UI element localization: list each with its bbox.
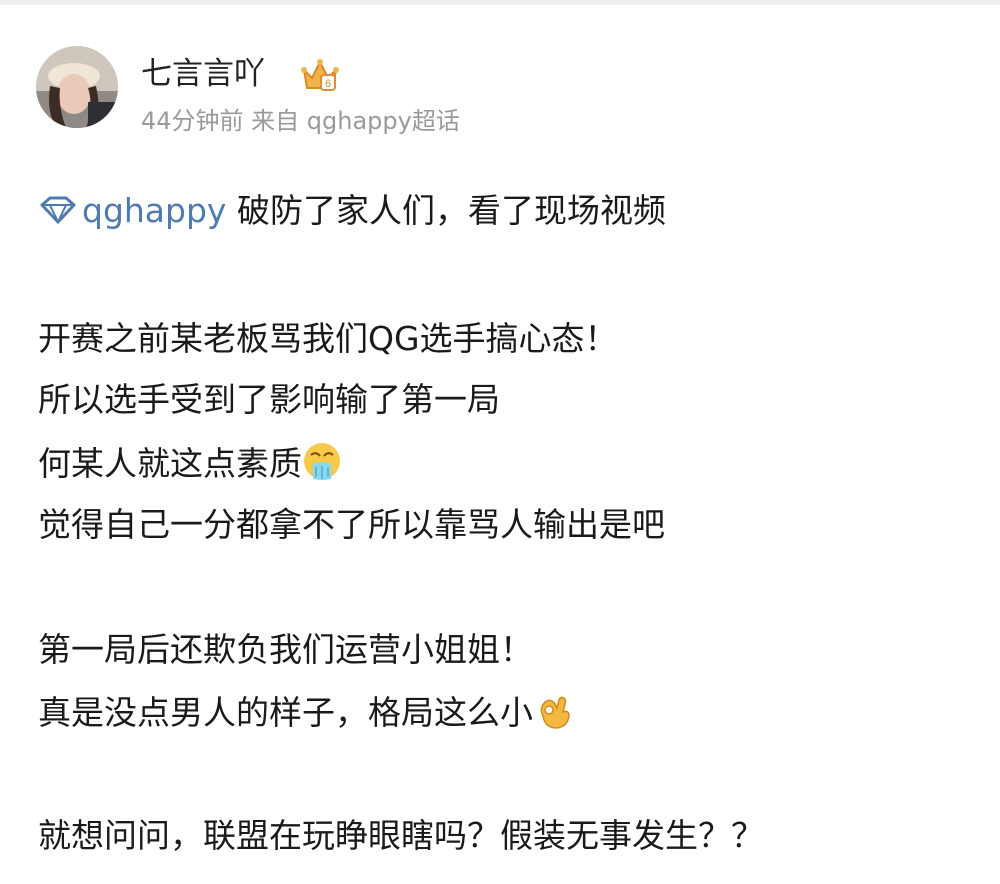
diamond-icon: [40, 196, 76, 225]
body-line-text: 真是没点男人的样子，格局这么小: [38, 693, 533, 732]
topic-link[interactable]: qghappy: [38, 191, 237, 230]
top-divider: [0, 0, 1000, 5]
svg-text:6: 6: [325, 78, 331, 90]
body-line: 第一局后还欺负我们运营小姐姐！: [38, 630, 533, 669]
body-line-text: 何某人就这点素质: [38, 444, 302, 483]
body-line-with-emoji: 真是没点男人的样子，格局这么小: [38, 690, 573, 734]
body-line: 觉得自己一分都拿不了所以靠骂人输出是吧: [38, 505, 665, 544]
ok-hand-emoji-icon: [540, 696, 570, 729]
body-line: 开赛之前某老板骂我们QG选手搞心态！: [38, 319, 618, 358]
topic-tail-text: 破防了家人们，看了现场视频: [236, 191, 666, 230]
vomit-emoji-icon: [304, 443, 340, 480]
body-line-with-emoji: 何某人就这点素质: [38, 441, 342, 485]
topic-line: qghappy 破防了家人们，看了现场视频: [38, 190, 666, 232]
topic-name: qghappy: [82, 191, 227, 230]
post-meta: 44分钟前 来自 qghappy超话: [141, 107, 460, 135]
crown-icon: 6: [300, 56, 340, 94]
avatar[interactable]: [36, 46, 118, 128]
body-line: 就想问问，联盟在玩睁眼瞎吗？假装无事发生？？: [38, 816, 764, 855]
body-line: 所以选手受到了影响输了第一局: [38, 380, 500, 419]
author-name[interactable]: 七言言吖: [141, 54, 265, 94]
